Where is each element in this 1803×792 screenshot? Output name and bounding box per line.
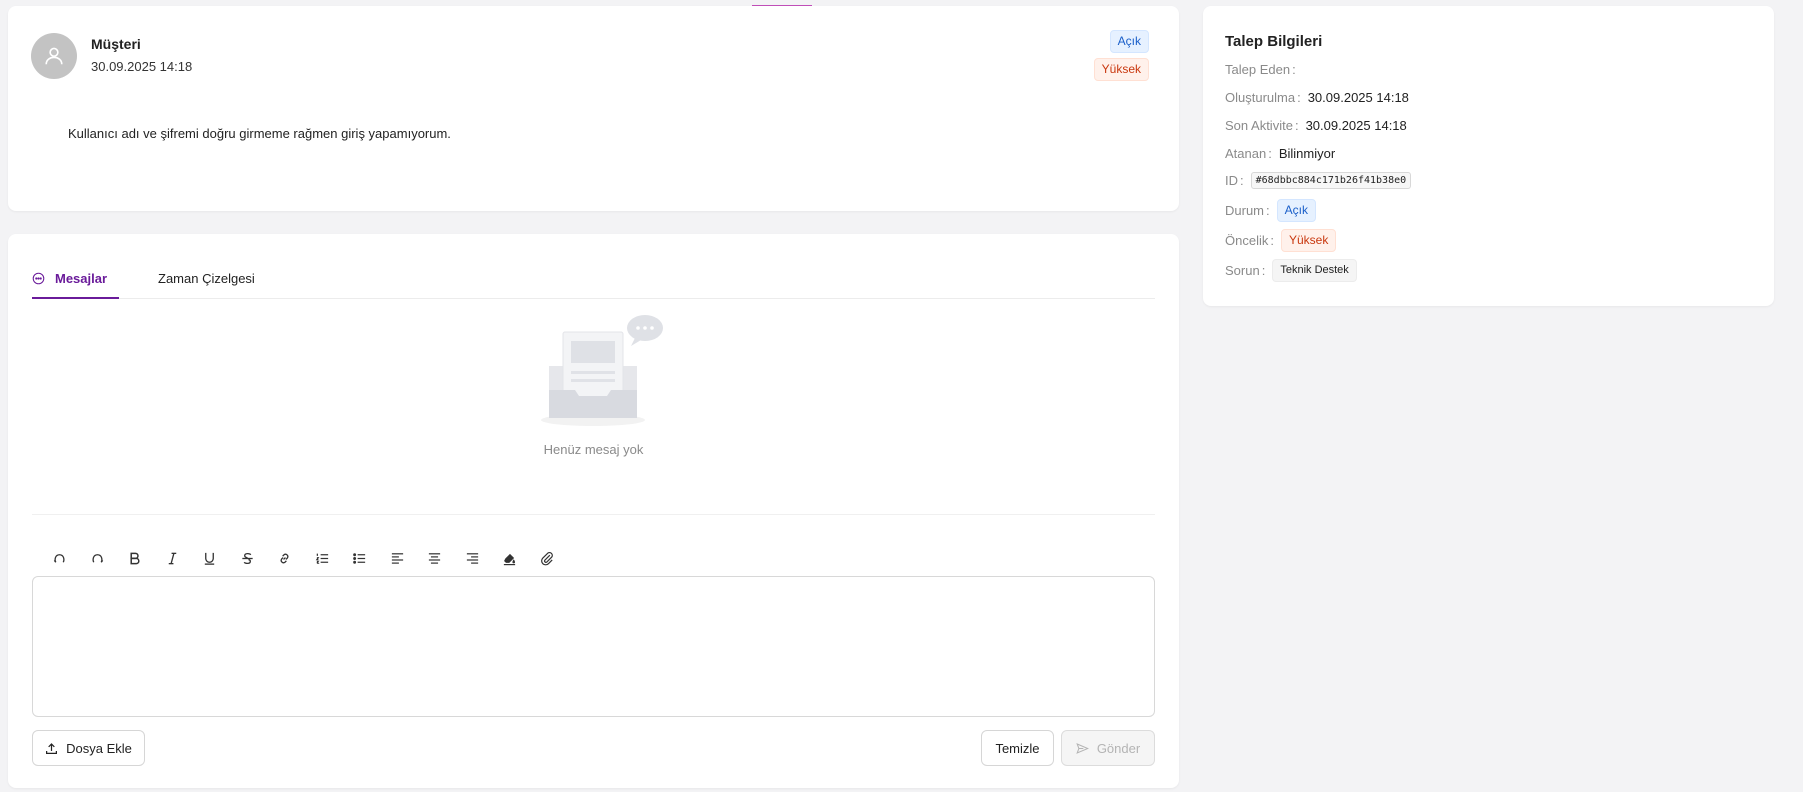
link-icon	[280, 553, 289, 563]
italic-button[interactable]	[154, 548, 192, 568]
assignee-label: Atanan	[1225, 146, 1267, 161]
upload-icon	[46, 742, 58, 754]
ordered-list-icon	[315, 553, 328, 564]
info-row-requester: Talep Eden:	[1225, 62, 1296, 77]
status-label: Durum	[1225, 203, 1265, 218]
info-priority-badge: Yüksek	[1280, 229, 1337, 252]
status-badge: Açık	[1109, 30, 1149, 53]
bold-button[interactable]	[116, 548, 154, 568]
divider	[32, 514, 1155, 515]
send-label: Gönder	[1096, 740, 1141, 756]
ticket-author: Müşteri	[91, 36, 141, 52]
highlight-icon	[504, 553, 516, 565]
highlight-button[interactable]	[491, 548, 529, 568]
ticket-description: Kullanıcı adı ve şifremi doğru girmeme r…	[68, 126, 451, 141]
info-row-created: Oluşturulma: 30.09.2025 14:18	[1225, 90, 1409, 105]
align-right-icon	[466, 552, 478, 564]
undo-icon	[54, 553, 65, 563]
attach-file-label: Dosya Ekle	[66, 740, 132, 756]
message-editor[interactable]	[32, 576, 1155, 717]
requester-label: Talep Eden	[1225, 62, 1291, 77]
clear-button[interactable]: Temizle	[981, 730, 1054, 766]
info-row-issue: Sorun: Teknik Destek	[1225, 259, 1357, 282]
attach-file-button[interactable]: Dosya Ekle	[32, 730, 145, 766]
ticket-info-card: Talep Bilgileri Talep Eden: Oluşturulma:…	[1203, 6, 1774, 306]
align-right-button[interactable]	[454, 548, 492, 568]
align-center-icon	[429, 552, 441, 564]
bullet-list-button[interactable]	[341, 548, 379, 568]
created-value: 30.09.2025 14:18	[1307, 90, 1409, 105]
created-label: Oluşturulma	[1225, 90, 1296, 105]
tab-timeline[interactable]: Zaman Çizelgesi	[158, 267, 255, 299]
editor-toolbar	[41, 548, 566, 568]
issue-label: Sorun	[1225, 263, 1260, 278]
info-row-id: ID: #68dbbc884c171b26f41b38e0	[1225, 172, 1412, 189]
priority-badge: Yüksek	[1093, 58, 1149, 81]
strikethrough-button[interactable]	[229, 548, 267, 568]
align-left-button[interactable]	[379, 548, 417, 568]
info-row-assignee: Atanan: Bilinmiyor	[1225, 146, 1336, 161]
align-left-icon	[391, 552, 403, 564]
strikethrough-icon	[242, 552, 253, 564]
redo-button[interactable]	[79, 548, 117, 568]
tab-messages[interactable]: Mesajlar	[32, 267, 119, 299]
clear-label: Temizle	[995, 740, 1040, 756]
ticket-created-at: 30.09.2025 14:18	[91, 59, 193, 74]
info-row-priority: Öncelik: Yüksek	[1225, 229, 1337, 252]
user-icon	[45, 47, 63, 65]
info-status-badge: Açık	[1276, 199, 1316, 222]
bullet-list-icon	[353, 552, 366, 564]
ticket-card: Müşteri 30.09.2025 14:18 Açık Yüksek Kul…	[8, 6, 1179, 211]
avatar	[31, 33, 77, 79]
chat-icon	[32, 272, 45, 288]
issue-category-badge: Teknik Destek	[1272, 259, 1357, 282]
italic-icon	[168, 552, 176, 564]
tab-messages-label: Mesajlar	[55, 271, 108, 286]
send-icon	[1076, 742, 1089, 754]
redo-icon	[92, 553, 103, 563]
ordered-list-button[interactable]	[304, 548, 342, 568]
attachment-button[interactable]	[529, 548, 567, 568]
id-label: ID	[1225, 173, 1238, 188]
undo-button[interactable]	[41, 548, 79, 568]
attachment-icon	[540, 551, 553, 565]
send-button[interactable]: Gönder	[1061, 730, 1155, 766]
tab-bar: Mesajlar Zaman Çizelgesi	[32, 267, 1155, 299]
tab-timeline-label: Zaman Çizelgesi	[158, 271, 255, 286]
underline-icon	[205, 552, 215, 565]
info-row-status: Durum: Açık	[1225, 199, 1316, 222]
align-center-button[interactable]	[416, 548, 454, 568]
underline-button[interactable]	[191, 548, 229, 568]
link-button[interactable]	[266, 548, 304, 568]
last-activity-value: 30.09.2025 14:18	[1305, 118, 1407, 133]
assignee-value: Bilinmiyor	[1278, 146, 1336, 161]
ticket-id-code: #68dbbc884c171b26f41b38e0	[1250, 172, 1412, 189]
info-title: Talep Bilgileri	[1225, 33, 1323, 50]
empty-messages-text: Henüz mesaj yok	[543, 442, 644, 457]
bold-icon	[130, 552, 140, 564]
last-activity-label: Son Aktivite	[1225, 118, 1293, 133]
info-row-last-activity: Son Aktivite: 30.09.2025 14:18	[1225, 118, 1407, 133]
priority-label: Öncelik	[1225, 233, 1269, 248]
empty-inbox-icon	[541, 315, 663, 426]
messages-card: Mesajlar Zaman Çizelgesi Henüz mesaj yok	[8, 234, 1179, 788]
